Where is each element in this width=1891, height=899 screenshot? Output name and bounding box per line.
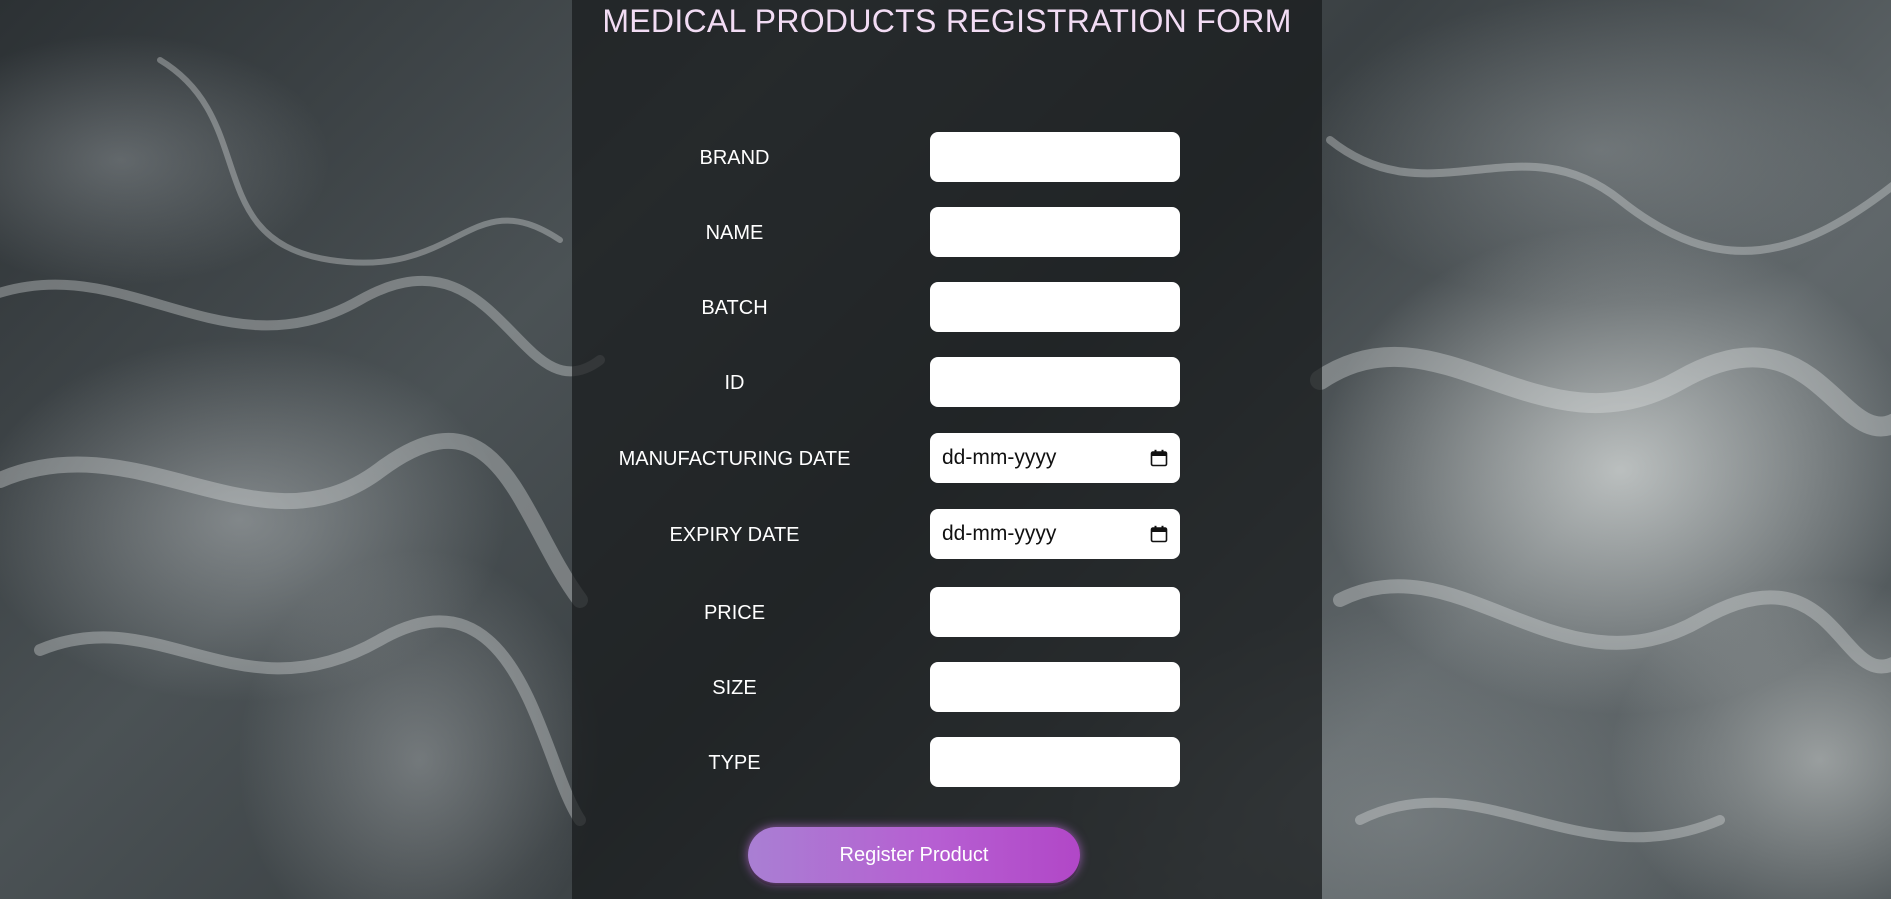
expiry-date-input[interactable]: dd-mm-yyyy [930,509,1180,559]
brand-label: BRAND [699,147,770,169]
form-row-name: NAME [572,207,1322,259]
price-input[interactable] [930,587,1180,637]
size-input[interactable] [930,662,1180,712]
registration-panel: MEDICAL PRODUCTS REGISTRATION FORM BRAND… [572,0,1322,899]
type-input[interactable] [930,737,1180,787]
form-row-manufacturing-date: MANUFACTURING DATE dd-mm-yyyy [572,433,1322,485]
form-row-id: ID [572,357,1322,409]
id-input[interactable] [930,357,1180,407]
manufacturing-date-placeholder: dd-mm-yyyy [942,446,1057,469]
expiry-date-label: EXPIRY DATE [669,524,800,546]
batch-label: BATCH [701,297,768,319]
form-row-brand: BRAND [572,132,1322,184]
price-label: PRICE [703,602,766,624]
form-row-size: SIZE [572,662,1322,714]
id-label: ID [724,372,745,394]
name-input[interactable] [930,207,1180,257]
form-title: MEDICAL PRODUCTS REGISTRATION FORM [602,3,1292,39]
type-label: TYPE [708,752,761,774]
manufacturing-date-label: MANUFACTURING DATE [618,448,851,470]
name-label: NAME [705,222,764,244]
form-row-batch: BATCH [572,282,1322,334]
manufacturing-date-input[interactable]: dd-mm-yyyy [930,433,1180,483]
calendar-icon[interactable] [1150,525,1168,543]
form-row-price: PRICE [572,587,1322,639]
register-product-button[interactable]: Register Product [748,827,1080,883]
size-label: SIZE [712,677,757,699]
expiry-date-placeholder: dd-mm-yyyy [942,522,1057,545]
form-row-expiry-date: EXPIRY DATE dd-mm-yyyy [572,509,1322,561]
brand-input[interactable] [930,132,1180,182]
form-row-type: TYPE [572,737,1322,789]
calendar-icon[interactable] [1150,449,1168,467]
batch-input[interactable] [930,282,1180,332]
